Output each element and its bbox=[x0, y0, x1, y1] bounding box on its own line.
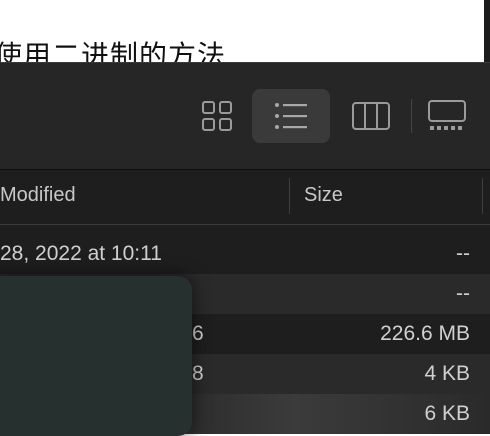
row-modified: 28, 2022 at 10:11 bbox=[0, 242, 162, 265]
background-document: 使用二进制的方法 bbox=[0, 0, 490, 66]
row-modified: 8 bbox=[192, 362, 204, 385]
row-size: 4 KB bbox=[424, 362, 470, 385]
column-separator[interactable] bbox=[289, 178, 290, 214]
toolbar bbox=[0, 63, 490, 170]
list-view-button[interactable] bbox=[252, 89, 330, 143]
gallery-view-button[interactable] bbox=[408, 89, 486, 143]
column-view-button[interactable] bbox=[332, 89, 410, 143]
overlay-panel[interactable] bbox=[0, 276, 192, 436]
column-header-bar: Modified Size bbox=[0, 170, 490, 225]
row-size: 6 KB bbox=[424, 402, 470, 425]
table-row[interactable]: 28, 2022 at 10:11 -- bbox=[0, 234, 490, 274]
column-header-size[interactable]: Size bbox=[304, 184, 343, 207]
document-edge bbox=[484, 0, 490, 66]
gallery-icon bbox=[427, 99, 467, 133]
column-separator[interactable] bbox=[482, 178, 483, 214]
icon-view-button[interactable] bbox=[178, 89, 256, 143]
grid-icon bbox=[201, 100, 233, 132]
row-size: 226.6 MB bbox=[380, 322, 470, 345]
row-size: -- bbox=[456, 242, 470, 265]
columns-icon bbox=[351, 100, 391, 132]
list-icon bbox=[273, 100, 309, 132]
column-header-modified[interactable]: Modified bbox=[0, 184, 76, 207]
row-size: -- bbox=[456, 282, 470, 305]
row-modified: 6 bbox=[192, 322, 204, 345]
